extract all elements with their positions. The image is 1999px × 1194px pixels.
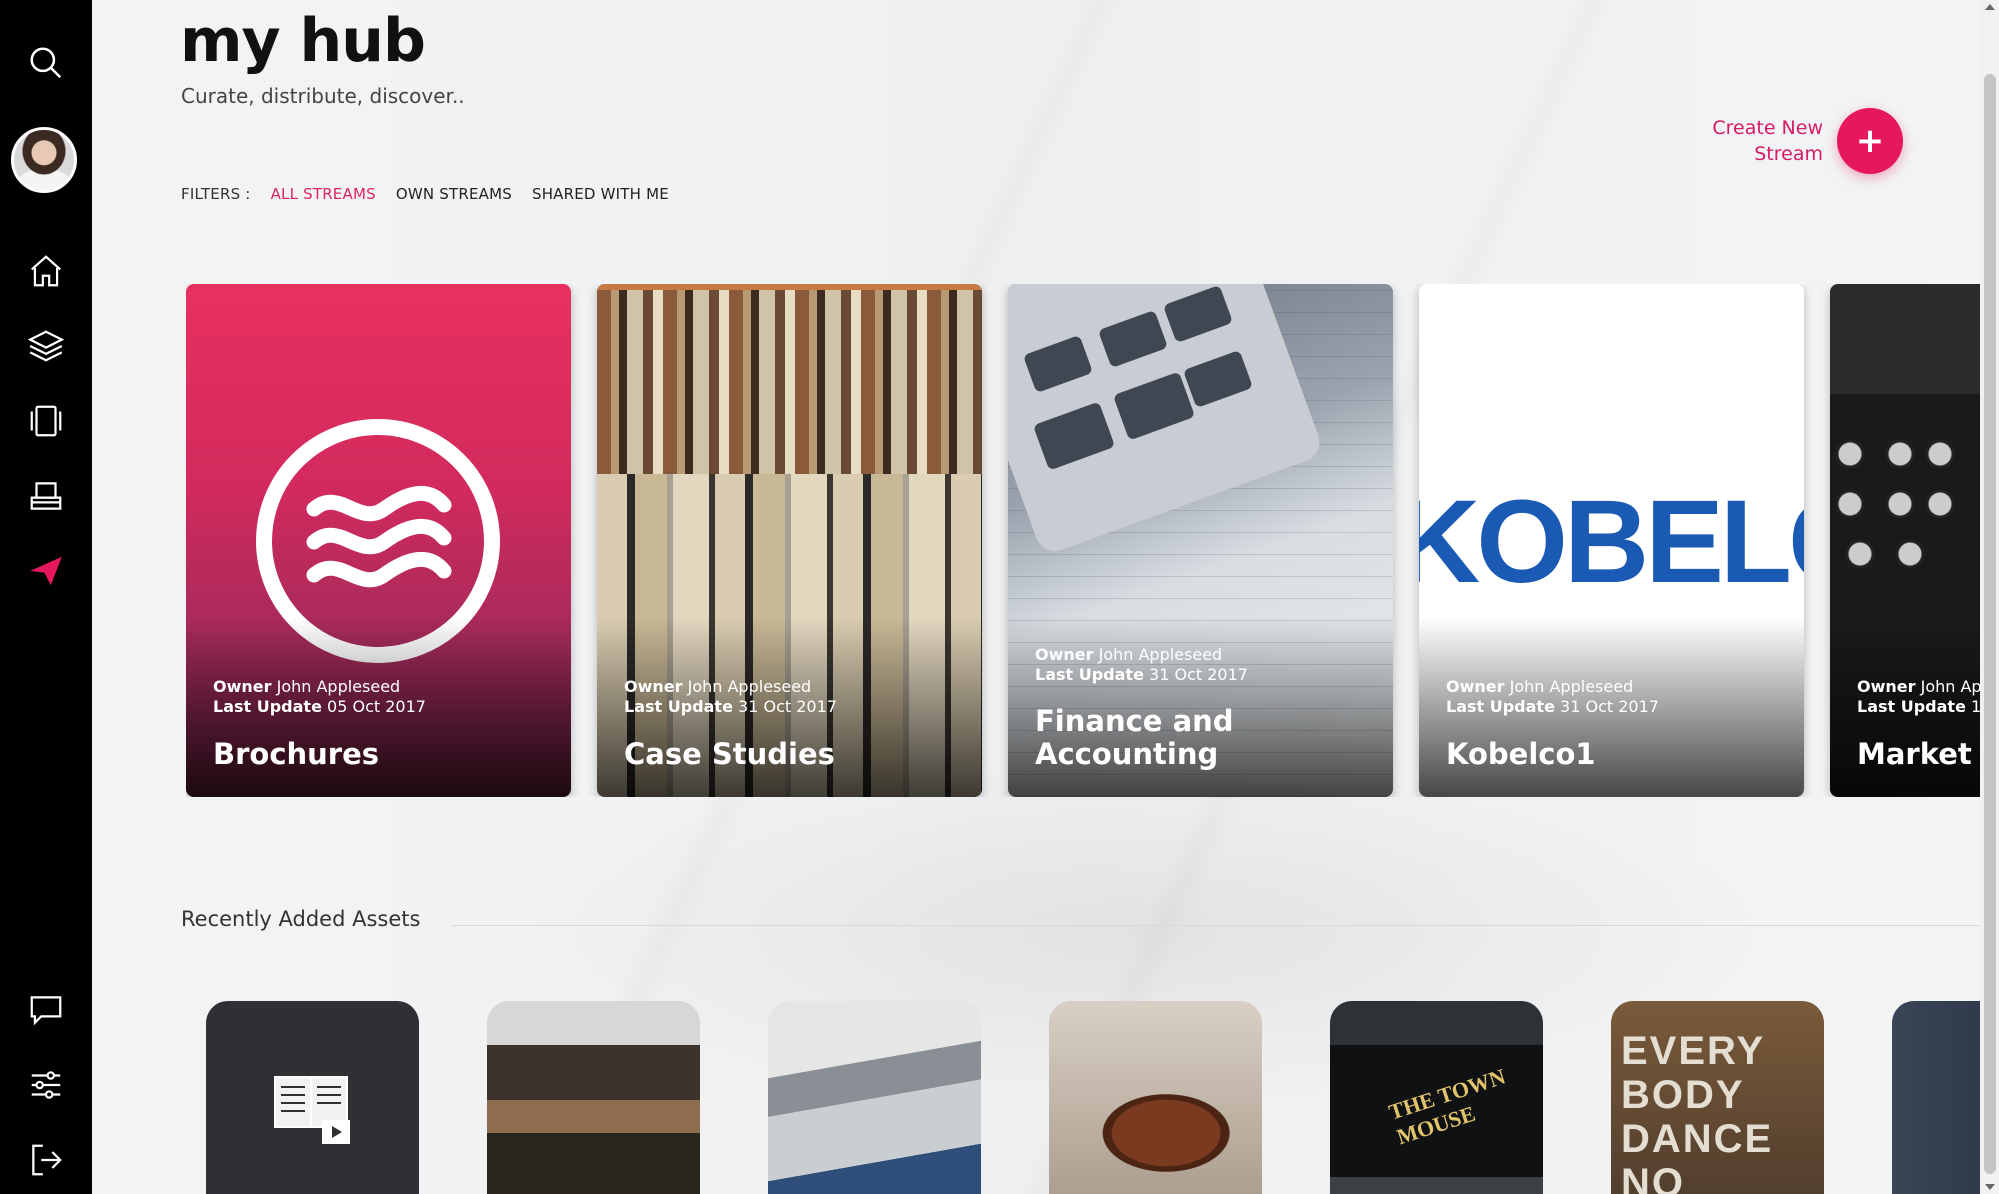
home-icon [31,255,61,287]
stream-name: Finance and Accounting [1035,704,1234,771]
create-stream-button[interactable]: + [1837,108,1903,174]
stream-card-finance-accounting[interactable]: Owner John Appleseed Last Update 31 Oct … [1008,284,1393,797]
asset-thumbnail[interactable] [206,1001,419,1194]
section-divider [452,925,1980,926]
stream-name: Kobelco1 [1446,737,1596,771]
inbox-icon [30,482,62,510]
avatar[interactable] [11,127,77,193]
asset-thumbnail[interactable] [487,1001,700,1194]
chat-button[interactable] [0,980,92,1040]
asset-thumbnail[interactable] [1049,1001,1262,1194]
filter-label: FILTERS : [181,185,251,203]
stream-card-market[interactable]: Owner John Ap Last Update 14 Market I [1830,284,1980,797]
stream-meta: Owner John Appleseed Last Update 31 Oct … [1446,677,1659,716]
page-subtitle: Curate, distribute, discover.. [181,84,465,108]
filter-all-streams[interactable]: ALL STREAMS [271,185,376,203]
nav-home[interactable] [0,241,92,301]
settings-sliders-icon [31,1071,61,1099]
logout-button[interactable] [0,1130,92,1190]
filter-own-streams[interactable]: OWN STREAMS [396,185,512,203]
vertical-scrollbar[interactable] [1981,0,1999,1194]
stream-meta: Owner John Ap Last Update 14 [1857,677,1980,716]
filter-shared-with-me[interactable]: SHARED WITH ME [532,185,669,203]
scroll-thumb[interactable] [1984,74,1996,1174]
carousel-icon [30,405,62,437]
asset-thumbnail[interactable] [1892,1001,1980,1194]
nav-send[interactable] [0,541,92,601]
stream-name: Market I [1857,737,1980,771]
search-button[interactable] [0,33,92,93]
nav-layers[interactable] [0,316,92,376]
filter-bar: FILTERS : ALL STREAMS OWN STREAMS SHARED… [181,185,669,203]
nav-inbox[interactable] [0,466,92,526]
stream-card-brochures[interactable]: Owner John Appleseed Last Update 05 Oct … [186,284,571,797]
scroll-up-arrow[interactable] [1985,4,1995,10]
create-stream-label[interactable]: Create New Stream [1693,115,1823,167]
stream-name: Case Studies [624,737,835,771]
neon-sign: THE TOWN MOUSE [1385,1063,1509,1150]
layers-icon [27,330,65,362]
sidebar [0,0,92,1194]
asset-thumbnail[interactable] [768,1001,981,1194]
stream-meta: Owner John Appleseed Last Update 31 Oct … [1035,645,1248,684]
page-title: my hub [180,6,426,76]
asset-thumbnail[interactable]: THE TOWN MOUSE [1330,1001,1543,1194]
document-video-icon [273,1076,350,1144]
create-stream[interactable]: Create New Stream + [1693,108,1903,174]
send-icon [30,556,62,586]
kobelco-logo: KOBELCO [1419,476,1804,608]
scroll-down-arrow[interactable] [1985,1184,1995,1190]
stream-meta: Owner John Appleseed Last Update 31 Oct … [624,677,837,716]
asset-sign-text: EVERY BODY DANCE NO [1621,1029,1774,1194]
calculator-image [1008,284,1320,551]
stream-carousel: Owner John Appleseed Last Update 05 Oct … [186,284,1980,797]
stream-meta: Owner John Appleseed Last Update 05 Oct … [213,677,426,716]
recent-assets-list: THE TOWN MOUSE EVERY BODY DANCE NO [206,1001,1980,1194]
stream-card-kobelco1[interactable]: KOBELCO Owner John Appleseed Last Update… [1419,284,1804,797]
search-icon [30,47,62,79]
chat-icon [30,996,62,1026]
stream-name: Brochures [213,737,380,771]
nav-carousel[interactable] [0,391,92,451]
asset-thumbnail[interactable]: EVERY BODY DANCE NO [1611,1001,1824,1194]
stream-card-case-studies[interactable]: Owner John Appleseed Last Update 31 Oct … [597,284,982,797]
recent-assets-title: Recently Added Assets [181,907,421,931]
logout-icon [32,1144,62,1176]
settings-button[interactable] [0,1055,92,1115]
